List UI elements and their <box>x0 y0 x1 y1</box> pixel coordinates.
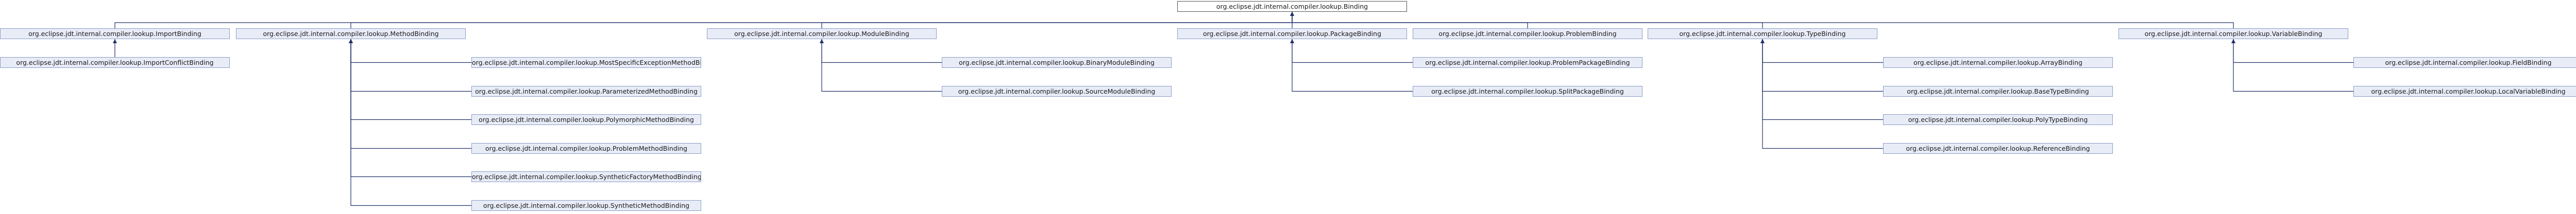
edge-array-to-type <box>1762 39 1883 63</box>
edge-binaryModule-to-module <box>821 39 942 63</box>
class-node-polyType[interactable]: org.eclipse.jdt.internal.compiler.lookup… <box>1883 114 2113 125</box>
edge-import-to-binding <box>114 12 1293 28</box>
class-node-parameterized[interactable]: org.eclipse.jdt.internal.compiler.lookup… <box>471 86 701 97</box>
class-node-localVariable[interactable]: org.eclipse.jdt.internal.compiler.lookup… <box>2353 86 2576 97</box>
edge-syntheticMethod-to-method <box>350 39 471 206</box>
edge-splitPackage-to-package <box>1292 39 1413 92</box>
inherit-arrow <box>1290 39 1294 43</box>
edge-field-to-variable <box>2233 39 2353 63</box>
class-node-binaryModule[interactable]: org.eclipse.jdt.internal.compiler.lookup… <box>942 57 1172 68</box>
edge-mostSpecific-to-method <box>350 39 471 63</box>
edge-problemMethod-to-method <box>350 39 471 149</box>
class-node-reference[interactable]: org.eclipse.jdt.internal.compiler.lookup… <box>1883 143 2113 154</box>
edge-reference-to-type <box>1762 39 1883 149</box>
edge-problem-to-binding <box>1292 12 1528 28</box>
class-node-method[interactable]: org.eclipse.jdt.internal.compiler.lookup… <box>236 28 466 39</box>
inherit-arrow <box>2231 39 2235 43</box>
class-node-import[interactable]: org.eclipse.jdt.internal.compiler.lookup… <box>0 28 230 39</box>
edge-problemPackage-to-package <box>1292 39 1413 63</box>
class-node-baseType[interactable]: org.eclipse.jdt.internal.compiler.lookup… <box>1883 86 2113 97</box>
class-node-mostSpecific[interactable]: org.eclipse.jdt.internal.compiler.lookup… <box>471 57 701 68</box>
class-node-sourceModule[interactable]: org.eclipse.jdt.internal.compiler.lookup… <box>942 86 1172 97</box>
class-node-module[interactable]: org.eclipse.jdt.internal.compiler.lookup… <box>707 28 937 39</box>
edge-localVariable-to-variable <box>2233 39 2353 92</box>
class-node-problemMethod[interactable]: org.eclipse.jdt.internal.compiler.lookup… <box>471 143 701 154</box>
class-node-splitPackage[interactable]: org.eclipse.jdt.internal.compiler.lookup… <box>1413 86 1642 97</box>
class-node-variable[interactable]: org.eclipse.jdt.internal.compiler.lookup… <box>2119 28 2348 39</box>
class-node-binding[interactable]: org.eclipse.jdt.internal.compiler.lookup… <box>1177 1 1407 12</box>
edge-sourceModule-to-module <box>821 39 942 92</box>
inherit-arrow <box>1760 39 1765 43</box>
inherit-arrow <box>820 39 824 43</box>
edge-parameterized-to-method <box>350 39 471 92</box>
class-node-type[interactable]: org.eclipse.jdt.internal.compiler.lookup… <box>1648 28 1877 39</box>
class-node-polymorphic[interactable]: org.eclipse.jdt.internal.compiler.lookup… <box>471 114 701 125</box>
edge-syntheticFactory-to-method <box>350 39 471 177</box>
inherit-arrow <box>113 39 117 43</box>
class-node-syntheticMethod[interactable]: org.eclipse.jdt.internal.compiler.lookup… <box>471 200 701 211</box>
edge-polyType-to-type <box>1762 39 1883 120</box>
inheritance-diagram: org.eclipse.jdt.internal.compiler.lookup… <box>0 0 2576 214</box>
class-node-problem[interactable]: org.eclipse.jdt.internal.compiler.lookup… <box>1413 28 1642 39</box>
class-node-problemPackage[interactable]: org.eclipse.jdt.internal.compiler.lookup… <box>1413 57 1642 68</box>
class-node-syntheticFactory[interactable]: org.eclipse.jdt.internal.compiler.lookup… <box>471 171 701 182</box>
edge-baseType-to-type <box>1762 39 1883 92</box>
inherit-arrow <box>1290 12 1294 16</box>
class-node-package[interactable]: org.eclipse.jdt.internal.compiler.lookup… <box>1177 28 1407 39</box>
class-node-importConflict[interactable]: org.eclipse.jdt.internal.compiler.lookup… <box>0 57 230 68</box>
edge-module-to-binding <box>821 12 1293 28</box>
inherit-arrow <box>349 39 353 43</box>
class-node-array[interactable]: org.eclipse.jdt.internal.compiler.lookup… <box>1883 57 2113 68</box>
edge-polymorphic-to-method <box>350 39 471 120</box>
class-node-field[interactable]: org.eclipse.jdt.internal.compiler.lookup… <box>2353 57 2576 68</box>
